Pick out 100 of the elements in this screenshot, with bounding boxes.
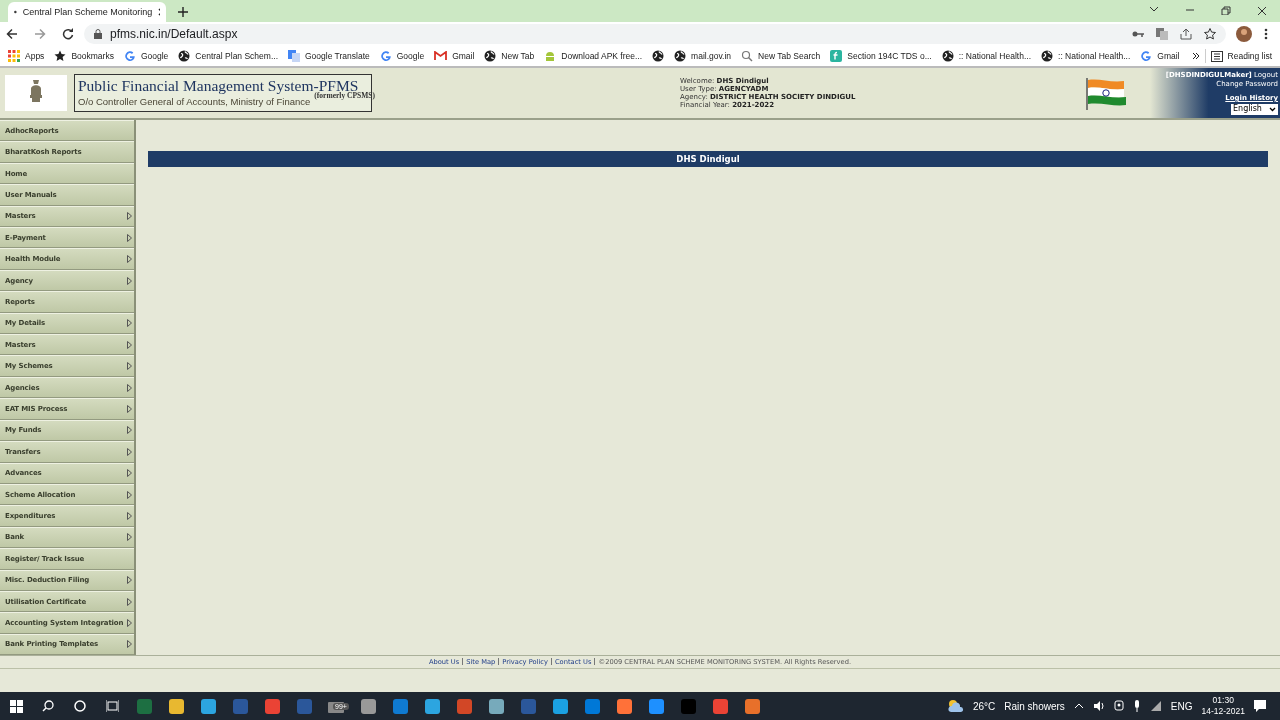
notifications-icon[interactable] [1254,700,1266,712]
bookmark[interactable]: Central Plan Schem... [178,50,278,62]
app-icon[interactable] [360,698,376,714]
bookmark-label: mail.gov.in [691,51,732,61]
address-bar[interactable]: pfms.nic.in/Default.aspx [84,24,1226,44]
flag-icon [1085,76,1129,110]
wifi-icon[interactable] [1149,701,1162,711]
cortana-icon[interactable] [74,700,86,712]
new-tab-icon[interactable] [178,7,188,17]
menu-icon[interactable] [1264,28,1268,40]
cloud-icon [947,700,964,712]
android-icon [544,50,557,62]
chevron-down-icon [1269,106,1276,112]
page-banner: DHS Dindigul [148,151,1268,167]
windows-icon[interactable] [9,699,23,713]
bookmark-label: New Tab Search [758,51,821,61]
reading-list[interactable]: Reading list [1210,50,1272,62]
bookmark[interactable]: :: National Health... [1041,50,1131,62]
browser-tab[interactable]: Central Plan Scheme Monitoring [8,2,166,22]
bookmark-label: Google Translate [305,51,370,61]
bookmark[interactable]: New Tab [484,50,535,62]
avatar-icon[interactable] [1236,26,1252,42]
triangle-right-icon [127,255,132,264]
bookmark[interactable]: Bookmarks [54,50,114,62]
tab-title: Central Plan Scheme Monitoring [22,7,153,17]
app-icon[interactable] [456,698,472,714]
app-icon[interactable] [424,698,440,714]
app-icon[interactable] [616,698,632,714]
restore-icon[interactable] [1221,6,1231,15]
bookmark[interactable]: Google [123,50,169,62]
document-icon [830,50,843,62]
language-select[interactable]: English [1231,103,1278,115]
bookmark-label: :: National Health... [1058,51,1131,61]
search-icon [741,50,754,62]
url-text: pfms.nic.in/Default.aspx [110,27,238,41]
triangle-right-icon [127,619,132,628]
reload-icon[interactable] [62,28,74,40]
triangle-right-icon [127,362,132,371]
chevron-up-icon[interactable] [1073,703,1084,709]
triangle-right-icon [127,212,132,221]
star-icon[interactable] [1204,28,1216,40]
bookmark-label: Section 194C TDS o... [847,51,932,61]
lock-icon [94,29,102,39]
triangle-right-icon [127,405,132,413]
language-indicator[interactable]: ENG [1170,700,1193,712]
bookmark[interactable]: :: National Health... [941,50,1031,62]
translate-icon[interactable] [1156,28,1168,40]
app-icon[interactable] [392,698,408,714]
app-icon[interactable] [648,698,664,714]
camera-icon[interactable] [1113,700,1124,712]
triangle-right-icon [127,383,132,392]
bookmark[interactable]: Google Translate [288,50,370,62]
google-icon [123,50,136,62]
triangle-right-icon [127,426,132,435]
clock[interactable]: 01:30 14-12-2021 [1201,695,1245,717]
chevron-down-icon[interactable] [1149,6,1159,12]
app-icon[interactable] [488,698,504,714]
triangle-right-icon [127,469,132,478]
bookmark-label: New Tab [501,51,535,61]
microphone-icon[interactable] [1132,700,1141,712]
bookmark[interactable]: Google [379,50,425,62]
weather-text: Rain showers [1004,700,1065,712]
triangle-right-icon [127,576,132,585]
forward-icon[interactable] [34,28,46,40]
triangle-right-icon [127,233,132,242]
triangle-right-icon [127,533,132,542]
translate-icon [288,50,300,62]
task-view-icon[interactable] [105,700,119,712]
bookmark[interactable]: New Tab Search [741,50,821,62]
search-icon[interactable] [42,700,54,712]
speaker-icon[interactable] [1092,701,1105,711]
bookmark[interactable]: mail.gov.in [674,50,732,62]
app-icon[interactable] [264,698,280,714]
key-icon[interactable] [1132,30,1144,38]
back-icon[interactable] [6,28,18,40]
app-icon[interactable] [744,698,760,714]
bookmark[interactable]: Section 194C TDS o... [830,50,932,62]
bookmark-label: Gmail [452,51,475,61]
app-icon[interactable] [584,698,600,714]
bookmark[interactable]: Gmail [434,51,475,61]
bookmark[interactable]: Gmail [1140,50,1180,62]
bookmark-label: Gmail [1157,51,1180,61]
app-icon[interactable] [712,698,728,714]
triangle-right-icon [127,340,132,349]
chevrons-icon[interactable] [1191,52,1200,60]
bookmark-label: Apps [25,51,45,61]
app-icon[interactable] [552,698,568,714]
bookmark-label: Google [396,51,425,61]
triangle-right-icon [127,319,132,328]
bookmark[interactable]: Download APK free... [544,50,643,62]
site-subtitle: O/o Controller General of Accounts, Ministry of Finance [78,95,311,108]
bookmark[interactable]: Apps [8,50,45,62]
bookmark-label: Bookmarks [71,51,114,61]
bookmark-label: :: National Health... [958,51,1031,61]
triangle-right-icon [127,512,132,520]
app-icon[interactable] [200,698,216,714]
triangle-right-icon [127,597,132,606]
minimize-icon[interactable] [1185,6,1195,12]
app-icon[interactable] [168,698,184,714]
share-icon[interactable] [1180,28,1192,40]
